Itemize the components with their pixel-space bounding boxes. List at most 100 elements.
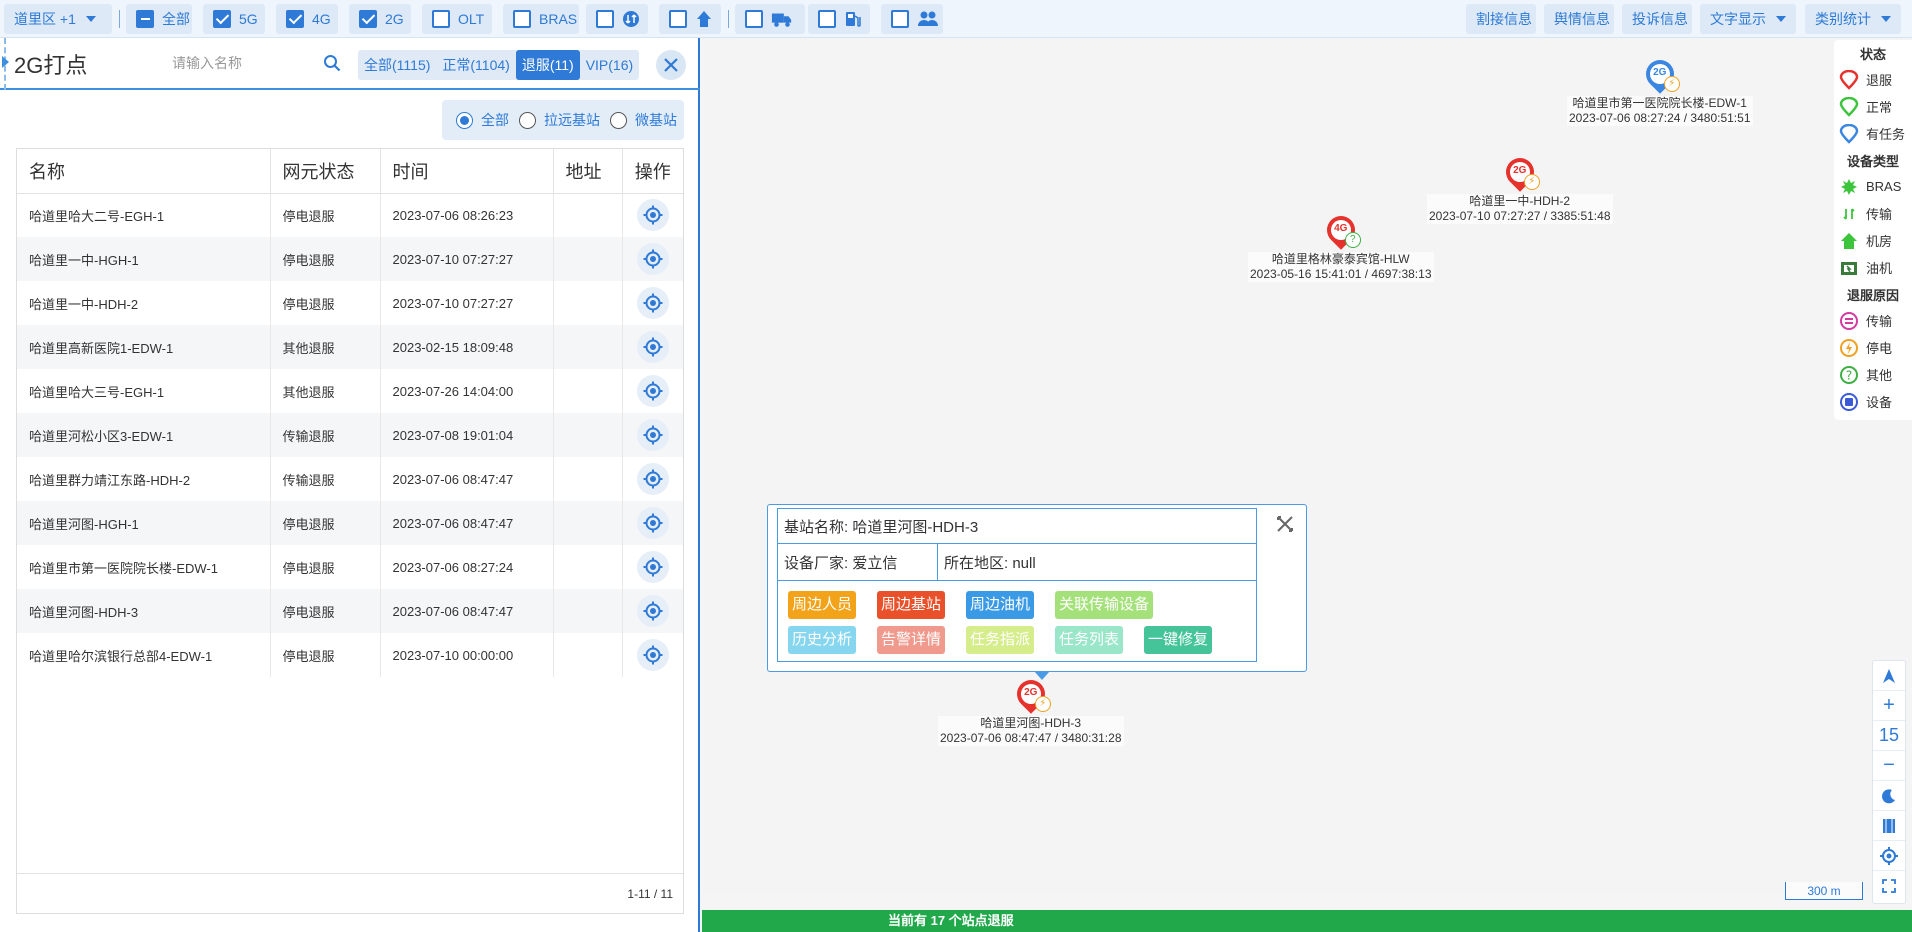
map-marker[interactable]: 2G ⚡ 哈道里一中-HDH-2 2023-07-10 07:27:27 / 3… [1427, 152, 1613, 224]
chevron-down-icon [1776, 16, 1786, 22]
filter-people-checkbox[interactable] [881, 4, 943, 34]
column-header-status[interactable]: 网元状态 [270, 149, 381, 194]
table-row[interactable]: 哈道里河图-HGH-1 停电退服 2023-07-06 08:47:47 [17, 501, 683, 545]
cell-address [553, 589, 623, 633]
locate-station-button[interactable] [636, 595, 669, 627]
close-panel-button[interactable] [656, 50, 686, 80]
filter-transmission-checkbox[interactable] [586, 4, 648, 34]
table-row[interactable]: 哈道里一中-HGH-1 停电退服 2023-07-10 07:27:27 [17, 237, 683, 281]
nearby-stations-button[interactable]: 周边基站 [877, 591, 946, 619]
public-opinion-button[interactable]: 舆情信息 [1544, 4, 1614, 34]
zoom-level: 15 [1873, 721, 1905, 751]
tab-vip[interactable]: VIP(16) [580, 50, 639, 80]
popup-vendor: 设备厂家: 爱立信 [778, 544, 938, 580]
zoom-in-button[interactable]: + [1873, 691, 1905, 721]
cell-action [622, 501, 683, 545]
locate-station-button[interactable] [636, 639, 669, 671]
other-cause-icon: ? [1838, 365, 1860, 385]
table-row[interactable]: 哈道里哈大二号-EGH-1 停电退服 2023-07-06 08:26:23 [17, 193, 683, 237]
filter-4g-checkbox[interactable]: 4G [276, 4, 338, 34]
map-zoom-controls: + 15 − [1872, 660, 1906, 904]
alarm-details-button[interactable]: 告警详情 [877, 626, 946, 654]
nearby-generators-button[interactable]: 周边油机 [966, 591, 1035, 619]
radio-all[interactable]: 全部 [456, 110, 509, 130]
layers-button[interactable] [1873, 811, 1905, 841]
station-type-radio-group: 全部 拉远基站 微基站 [442, 100, 684, 140]
map-canvas[interactable]: 2G ⚡ 哈道里市第一医院院长楼-EDW-1 2023-07-06 08:27:… [702, 38, 1912, 894]
cutover-info-button[interactable]: 割接信息 [1466, 4, 1536, 34]
cell-status: 停电退服 [270, 237, 381, 281]
pin-red-icon: 2G ⚡ [1499, 152, 1540, 194]
locate-station-button[interactable] [636, 507, 669, 539]
panel-title: 2G打点 [1, 48, 87, 80]
related-transmission-button[interactable]: 关联传输设备 [1055, 591, 1154, 619]
cell-status: 停电退服 [270, 589, 381, 633]
cell-name: 哈道里市第一医院院长楼-EDW-1 [17, 545, 271, 589]
table-row[interactable]: 哈道里市第一医院院长楼-EDW-1 停电退服 2023-07-06 08:27:24 [17, 545, 683, 589]
cell-address [553, 501, 623, 545]
map-marker[interactable]: 4G ? 哈道里格林豪泰宾馆-HLW 2023-05-16 15:41:01 /… [1248, 210, 1434, 282]
search-input[interactable] [172, 50, 312, 76]
table-row[interactable]: 哈道里河图-HDH-3 停电退服 2023-07-06 08:47:47 [17, 589, 683, 633]
filter-olt-checkbox[interactable]: OLT [422, 4, 492, 34]
complaint-info-button[interactable]: 投诉信息 [1622, 4, 1692, 34]
filter-2g-checkbox[interactable]: 2G [349, 4, 411, 34]
cell-time: 2023-07-06 08:26:23 [380, 193, 554, 237]
filter-fuel-checkbox[interactable] [808, 4, 870, 34]
text-display-dropdown[interactable]: 文字显示 [1700, 4, 1796, 34]
generator-icon [1838, 258, 1860, 278]
tab-out-of-service[interactable]: 退服(11) [515, 50, 580, 80]
legend-section-title: 退服原因 [1846, 288, 1899, 303]
column-header-name[interactable]: 名称 [17, 149, 271, 194]
cell-address [553, 325, 623, 369]
power-cause-icon: ⚡ [1034, 696, 1051, 712]
map-marker[interactable]: 2G ⚡ 哈道里市第一医院院长楼-EDW-1 2023-07-06 08:27:… [1567, 54, 1753, 126]
locate-station-button[interactable] [636, 463, 669, 495]
compass-icon [1883, 668, 1895, 683]
tab-normal[interactable]: 正常(1104) [436, 50, 515, 80]
table-row[interactable]: 哈道里群力靖江东路-HDH-2 传输退服 2023-07-06 08:47:47 [17, 457, 683, 501]
locate-station-button[interactable] [636, 287, 669, 319]
category-stats-dropdown[interactable]: 类别统计 [1805, 4, 1901, 34]
nearby-staff-button[interactable]: 周边人员 [788, 591, 857, 619]
zoom-out-button[interactable]: − [1873, 751, 1905, 781]
locate-station-button[interactable] [636, 331, 669, 363]
cell-action [622, 413, 683, 457]
filter-5g-checkbox[interactable]: 5G [203, 4, 265, 34]
locate-station-button[interactable] [636, 419, 669, 451]
task-list-button[interactable]: 任务列表 [1055, 626, 1124, 654]
locate-station-button[interactable] [636, 375, 669, 407]
assign-task-button[interactable]: 任务指派 [966, 626, 1035, 654]
tab-all[interactable]: 全部(1115) [358, 50, 436, 80]
table-row[interactable]: 哈道里河松小区3-EDW-1 传输退服 2023-07-08 19:01:04 [17, 413, 683, 457]
search-icon[interactable] [323, 54, 341, 75]
radio-remote-station[interactable]: 拉远基站 [519, 110, 600, 130]
filter-all-checkbox[interactable]: 全部 [126, 4, 192, 34]
cell-action [622, 325, 683, 369]
table-row[interactable]: 哈道里哈尔滨银行总部4-EDW-1 停电退服 2023-07-10 00:00:00 [17, 633, 683, 677]
column-header-time[interactable]: 时间 [380, 149, 554, 194]
legend-item-bras: BRAS [1834, 173, 1912, 200]
checkbox-partial-icon [136, 10, 154, 28]
radio-micro-station[interactable]: 微基站 [610, 110, 677, 130]
table-row[interactable]: 哈道里高新医院1-EDW-1 其他退服 2023-02-15 18:09:48 [17, 325, 683, 369]
locate-button[interactable] [1873, 841, 1905, 871]
night-mode-button[interactable] [1873, 781, 1905, 811]
column-header-address[interactable]: 地址 [553, 149, 623, 194]
popup-close-button[interactable] [1275, 514, 1295, 534]
map-marker-selected[interactable]: 2G ⚡ 哈道里河图-HDH-3 2023-07-06 08:47:47 / 3… [938, 674, 1124, 746]
locate-station-button[interactable] [636, 243, 669, 275]
fullscreen-button[interactable] [1873, 871, 1905, 901]
history-analysis-button[interactable]: 历史分析 [788, 626, 857, 654]
table-row[interactable]: 哈道里哈大三号-EGH-1 其他退服 2023-07-26 14:04:00 [17, 369, 683, 413]
one-click-repair-button[interactable]: 一键修复 [1144, 626, 1213, 654]
compass-button[interactable] [1873, 661, 1905, 691]
region-select[interactable]: 道里区 +1 [4, 4, 112, 34]
locate-station-button[interactable] [636, 551, 669, 583]
locate-station-button[interactable] [636, 199, 669, 232]
room-icon [1838, 231, 1860, 251]
filter-truck-checkbox[interactable] [735, 4, 805, 34]
filter-room-checkbox[interactable] [659, 4, 721, 34]
table-row[interactable]: 哈道里一中-HDH-2 停电退服 2023-07-10 07:27:27 [17, 281, 683, 325]
filter-bras-checkbox[interactable]: BRAS [503, 4, 579, 34]
